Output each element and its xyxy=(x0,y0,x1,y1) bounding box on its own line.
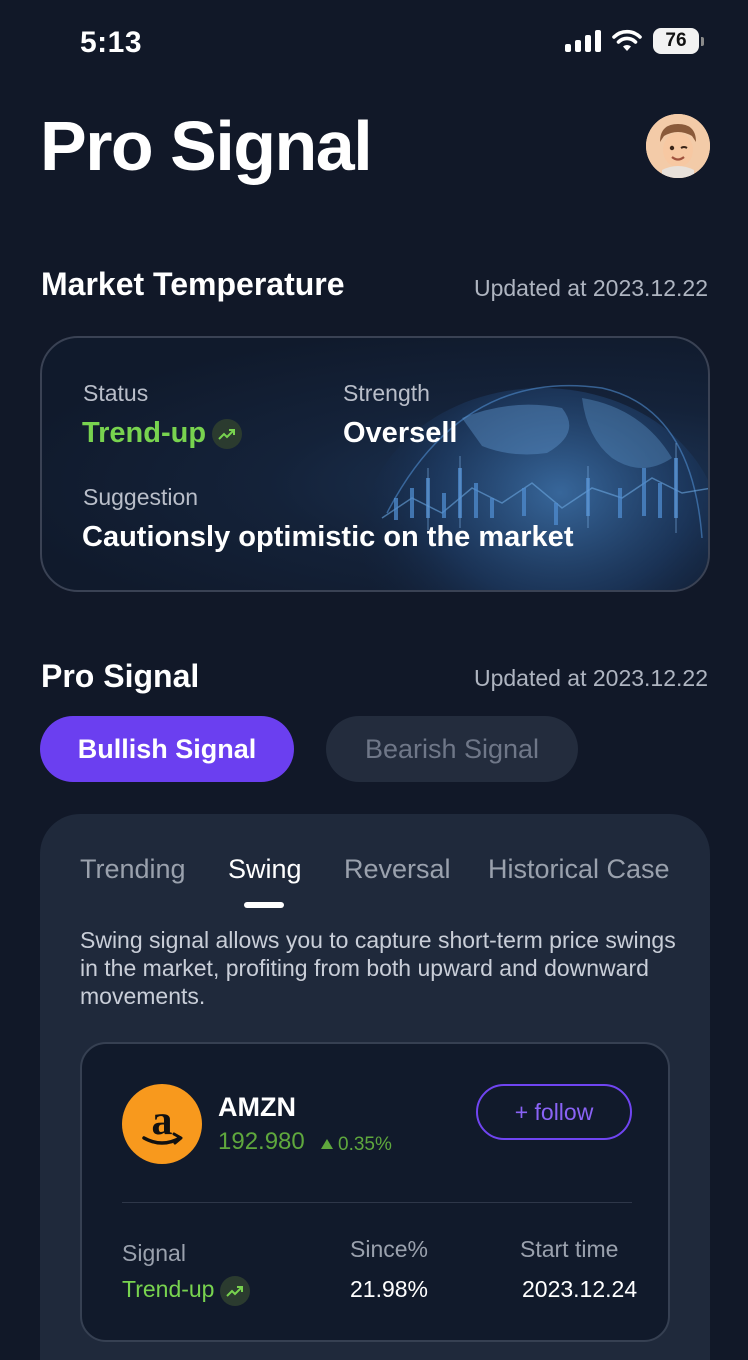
wifi-icon xyxy=(612,29,642,51)
since-value: 21.98% xyxy=(350,1276,429,1302)
page-title: Pro Signal xyxy=(40,107,373,185)
avatar-memoji xyxy=(646,114,710,178)
stock-change: 0.35% xyxy=(338,1134,392,1155)
status-value: Trend-up xyxy=(82,417,207,449)
market-temperature-updated: Updated at 2023.12.22 xyxy=(473,275,708,301)
avatar[interactable] xyxy=(646,114,710,178)
battery-icon: 76 xyxy=(653,28,704,54)
trend-up-icon xyxy=(212,419,243,450)
market-temperature-title: Market Temperature xyxy=(41,266,345,302)
trend-up-icon xyxy=(220,1276,251,1306)
market-temperature-card: Status Trend-up Strength Oversell Sugges… xyxy=(40,336,710,592)
up-triangle-icon xyxy=(321,1139,333,1149)
battery-level: 76 xyxy=(653,28,699,54)
status-time: 5:13 xyxy=(80,26,143,59)
tab-trending[interactable]: Trending xyxy=(80,854,186,885)
start-time-value: 2023.12.24 xyxy=(522,1276,638,1302)
divider xyxy=(122,1202,632,1203)
strength-value: Oversell xyxy=(343,417,458,449)
tab-reversal[interactable]: Reversal xyxy=(344,854,451,885)
suggestion-value: Cautionsly optimistic on the market xyxy=(82,521,574,553)
amazon-logo: a xyxy=(122,1084,202,1164)
suggestion-label: Suggestion xyxy=(83,484,199,510)
since-label: Since% xyxy=(350,1236,428,1262)
tab-swing[interactable]: Swing xyxy=(228,854,302,885)
stock-ticker: AMZN xyxy=(218,1092,296,1122)
signal-tabs: Trending Swing Reversal Historical Case xyxy=(40,854,710,914)
stock-change-row: 0.35% xyxy=(320,1134,392,1156)
status-icons: 76 xyxy=(565,28,704,54)
tab-historical-case[interactable]: Historical Case xyxy=(488,854,670,885)
cellular-signal-icon xyxy=(565,30,601,52)
signal-value-row: Trend-up xyxy=(122,1276,251,1306)
stock-card[interactable]: a AMZN 192.980 0.35% + follow Signal Tre… xyxy=(80,1042,670,1342)
signal-panel: Trending Swing Reversal Historical Case … xyxy=(40,814,710,1360)
bearish-signal-button[interactable]: Bearish Signal xyxy=(326,716,578,782)
app-screen: 5:13 76 Pro Signal Market Temperature Up… xyxy=(0,0,748,1360)
svg-text:a: a xyxy=(152,1098,173,1144)
start-time-label: Start time xyxy=(520,1236,619,1262)
active-tab-indicator xyxy=(244,902,284,908)
signal-value: Trend-up xyxy=(122,1276,215,1303)
status-bar: 5:13 76 xyxy=(0,0,748,88)
bullish-signal-button[interactable]: Bullish Signal xyxy=(40,716,294,782)
status-value-row: Trend-up xyxy=(82,417,243,450)
strength-label: Strength xyxy=(343,380,430,406)
pro-signal-updated: Updated at 2023.12.22 xyxy=(473,665,708,691)
signal-description: Swing signal allows you to capture short… xyxy=(80,927,676,1009)
follow-button[interactable]: + follow xyxy=(476,1084,632,1140)
stock-price: 192.980 xyxy=(218,1128,305,1155)
signal-label: Signal xyxy=(122,1240,186,1266)
status-label: Status xyxy=(83,380,149,406)
pro-signal-title: Pro Signal xyxy=(41,658,200,694)
